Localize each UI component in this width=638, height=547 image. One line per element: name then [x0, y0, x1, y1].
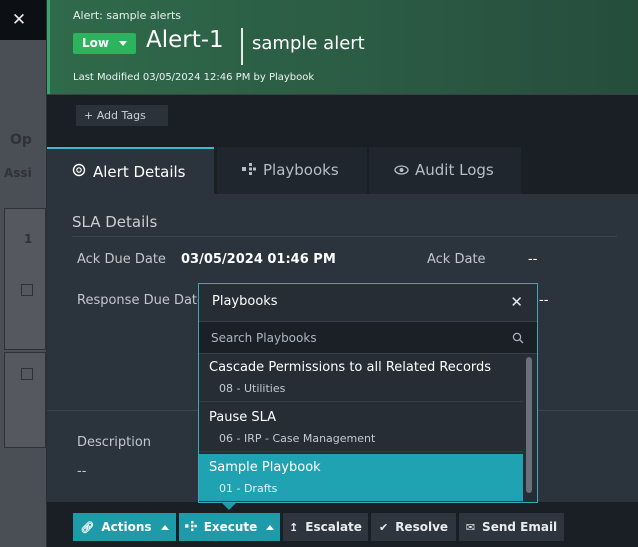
escalate-button[interactable]: ↥ Escalate: [283, 513, 368, 541]
scrollbar[interactable]: [526, 357, 532, 493]
playbook-list: Cascade Permissions to all Related Recor…: [199, 354, 523, 502]
playbooks-popup: Playbooks ✕ Cascade Permissions to all R…: [198, 283, 538, 503]
envelope-icon: ✉: [465, 521, 476, 534]
backdrop: ✕ Op Assi 1: [0, 0, 46, 547]
ack-due-value: 03/05/2024 01:46 PM: [181, 252, 336, 267]
button-label: Resolve: [395, 520, 449, 534]
description-value: --: [77, 464, 87, 479]
check-icon: ✔: [378, 521, 389, 534]
sla-title: SLA Details: [72, 213, 158, 231]
backdrop-card: [4, 352, 46, 448]
playbook-category: 01 - Drafts: [219, 482, 278, 495]
popup-title: Playbooks: [212, 294, 278, 309]
tag-bar: + Add Tags: [47, 94, 638, 136]
arrow-up-icon: ↥: [289, 521, 299, 534]
execute-button[interactable]: Execute: [179, 513, 280, 541]
list-item[interactable]: Pause SLA 06 - IRP - Case Management: [199, 404, 523, 452]
button-label: Actions: [101, 520, 152, 534]
backdrop-text: 1: [24, 232, 33, 246]
playbook-icon: [241, 148, 257, 195]
tab-playbooks[interactable]: Playbooks: [217, 147, 367, 194]
list-item[interactable]: Sample Playbook 01 - Drafts: [199, 454, 523, 502]
button-label: Execute: [203, 520, 258, 534]
playbook-name: Cascade Permissions to all Related Recor…: [209, 360, 492, 375]
last-modified: Last Modified 03/05/2024 12:46 PM by Pla…: [73, 72, 315, 83]
close-icon[interactable]: ✕: [8, 9, 30, 31]
response-due-label: Response Due Date: [77, 293, 206, 308]
severity-label: Low: [82, 36, 109, 50]
actions-button[interactable]: 🔗︎ Actions: [73, 513, 176, 541]
info-icon: [71, 150, 87, 197]
popup-pointer: [221, 502, 237, 510]
search-icon[interactable]: [512, 332, 524, 344]
tab-label: Audit Logs: [415, 161, 494, 179]
send-email-button[interactable]: ✉ Send Email: [459, 513, 564, 541]
playbook-category: 08 - Utilities: [219, 382, 286, 395]
severity-dropdown[interactable]: Low: [73, 33, 136, 54]
tab-label: Playbooks: [263, 161, 339, 179]
backdrop-checkbox: [21, 284, 33, 296]
tab-audit-logs[interactable]: Audit Logs: [369, 147, 521, 194]
playbook-name: Pause SLA: [209, 410, 277, 425]
alert-name: sample alert: [252, 33, 365, 54]
ack-due-label: Ack Due Date: [77, 252, 166, 267]
description-label: Description: [77, 435, 152, 450]
ack-date-value: --: [528, 252, 538, 267]
divider: [72, 236, 617, 237]
backdrop-card: [4, 208, 46, 350]
list-item[interactable]: Cascade Permissions to all Related Recor…: [199, 354, 523, 402]
response-due-value: --: [539, 293, 549, 308]
chevron-up-icon: [160, 525, 169, 530]
chevron-down-icon: [119, 41, 127, 46]
backdrop-panel: Op Assi 1: [0, 40, 46, 547]
playbook-icon: [184, 514, 197, 542]
add-tags-button[interactable]: + Add Tags: [76, 105, 168, 126]
tab-label: Alert Details: [93, 163, 186, 181]
button-label: Send Email: [482, 520, 558, 534]
title-divider: [241, 28, 243, 65]
breadcrumb[interactable]: Alert: sample alerts: [73, 9, 181, 22]
close-icon[interactable]: ✕: [510, 293, 523, 311]
alert-header: Alert: sample alerts Low Alert-1 sample …: [47, 0, 638, 94]
backdrop-text: Assi: [4, 166, 32, 180]
eye-icon: [393, 148, 409, 195]
button-label: Escalate: [305, 520, 362, 534]
link-icon: 🔗︎: [80, 521, 95, 534]
chevron-up-icon: [266, 525, 275, 530]
search-input[interactable]: [211, 328, 501, 348]
tab-bar: Alert Details Playbooks Audit Logs: [47, 147, 638, 194]
backdrop-checkbox: [21, 368, 33, 380]
resolve-button[interactable]: ✔ Resolve: [371, 513, 456, 541]
backdrop-text: Op: [10, 132, 32, 148]
alert-id: Alert-1: [146, 27, 224, 53]
popup-header: Playbooks ✕: [199, 284, 537, 321]
action-bar: 🔗︎ Actions Execute ↥ Escalate ✔ Resolve ✉ Se…: [47, 502, 638, 547]
ack-date-label: Ack Date: [427, 252, 486, 267]
tab-alert-details[interactable]: Alert Details: [47, 147, 214, 194]
search-bar: [199, 321, 537, 354]
playbook-name: Sample Playbook: [209, 460, 321, 475]
playbook-category: 06 - IRP - Case Management: [219, 432, 376, 445]
